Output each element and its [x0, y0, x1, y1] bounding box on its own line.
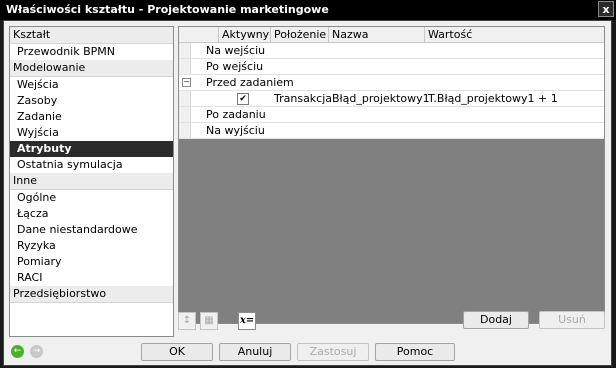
close-button[interactable]: x — [598, 1, 614, 17]
formula-button[interactable]: x= — [238, 312, 256, 330]
group-label: Na wejściu — [206, 44, 266, 57]
add-button[interactable]: Dodaj — [463, 311, 529, 329]
group-label: Na wyjściu — [206, 124, 265, 137]
active-checkbox[interactable]: ✔ — [237, 93, 249, 105]
sidebar-item-przewodnik-bpmn[interactable]: Przewodnik BPMN — [10, 44, 173, 60]
help-button[interactable]: Pomoc — [375, 343, 455, 361]
sidebar-item-ogolne[interactable]: Ogólne — [10, 190, 173, 206]
column-header-polozenie[interactable]: Położenie — [270, 27, 328, 42]
sidebar-item-ostatnia-symulacja[interactable]: Ostatnia symulacja — [10, 157, 173, 173]
back-arrow-icon[interactable]: ← — [11, 345, 24, 358]
sidebar-item-ryzyka[interactable]: Ryzyka — [10, 238, 173, 254]
attributes-grid: Aktywny Położenie Nazwa Wartość Na wejśc… — [178, 26, 605, 324]
apply-button[interactable]: Zastosuj — [297, 343, 369, 361]
cell-nazwa[interactable]: Błąd_projektowy1 — [332, 91, 430, 106]
table-row[interactable]: ✔ Transakcja Błąd_projektowy1 T.Błąd_pro… — [179, 91, 604, 107]
group-label: Przed zadaniem — [206, 76, 294, 89]
sidebar-item-zadanie[interactable]: Zadanie — [10, 109, 173, 125]
table-header: Aktywny Położenie Nazwa Wartość — [179, 27, 604, 43]
cancel-button[interactable]: Anuluj — [219, 343, 291, 361]
group-row-na-wyjsciu[interactable]: Na wyjściu — [179, 123, 604, 139]
header-gutter — [179, 27, 218, 42]
group-row-na-wejsciu[interactable]: Na wejściu — [179, 43, 604, 59]
collapse-icon[interactable]: − — [182, 78, 191, 87]
reorder-icon: ↕ — [178, 312, 196, 330]
ok-button[interactable]: OK — [141, 343, 213, 361]
forward-arrow-icon[interactable]: → — [30, 345, 43, 358]
column-header-wartosc[interactable]: Wartość — [424, 27, 604, 42]
category-list: Kształt Przewodnik BPMN Modelowanie Wejś… — [9, 26, 174, 337]
group-row-przed-zadaniem[interactable]: − Przed zadaniem — [179, 75, 604, 91]
group-row-po-zadaniu[interactable]: Po zadaniu — [179, 107, 604, 123]
column-header-aktywny[interactable]: Aktywny — [218, 27, 270, 42]
window-title: Właściwości kształtu - Projektowanie mar… — [6, 3, 329, 16]
sidebar-item-dane-niestandardowe[interactable]: Dane niestandardowe — [10, 222, 173, 238]
sidebar-item-lacza[interactable]: Łącza — [10, 206, 173, 222]
window-titlebar: Właściwości kształtu - Projektowanie mar… — [0, 0, 616, 20]
sidebar-section-modelowanie[interactable]: Modelowanie — [10, 60, 173, 77]
sidebar-section-przedsiebiorstwo[interactable]: Przedsiębiorstwo — [10, 286, 173, 303]
dialog-body: Kształt Przewodnik BPMN Modelowanie Wejś… — [3, 20, 612, 366]
row-gutter — [179, 107, 191, 122]
sidebar-item-zasoby[interactable]: Zasoby — [10, 93, 173, 109]
group-label: Po wejściu — [206, 60, 264, 73]
sidebar-section-inne[interactable]: Inne — [10, 173, 173, 190]
sidebar-item-atrybuty[interactable]: Atrybuty — [10, 141, 173, 157]
row-gutter — [179, 123, 191, 138]
sidebar-item-pomiary[interactable]: Pomiary — [10, 254, 173, 270]
sidebar-item-raci[interactable]: RACI — [10, 270, 173, 286]
sidebar-section-ksztalt[interactable]: Kształt — [10, 27, 173, 44]
cell-wartosc[interactable]: T.Błąd_projektowy1 + 1 — [428, 91, 558, 106]
row-gutter — [179, 43, 191, 58]
column-header-nazwa[interactable]: Nazwa — [328, 27, 424, 42]
cell-polozenie[interactable]: Transakcja — [274, 91, 332, 106]
row-gutter — [179, 59, 191, 74]
sidebar-item-wejscia[interactable]: Wejścia — [10, 77, 173, 93]
sidebar-item-wyjscia[interactable]: Wyjścia — [10, 125, 173, 141]
attributes-table: Aktywny Położenie Nazwa Wartość Na wejśc… — [179, 27, 604, 139]
group-row-po-wejsciu[interactable]: Po wejściu — [179, 59, 604, 75]
group-label: Po zadaniu — [206, 108, 266, 121]
remove-button[interactable]: Usuń — [539, 311, 605, 329]
grid-icon: ▦ — [200, 312, 218, 330]
row-gutter — [179, 91, 191, 106]
